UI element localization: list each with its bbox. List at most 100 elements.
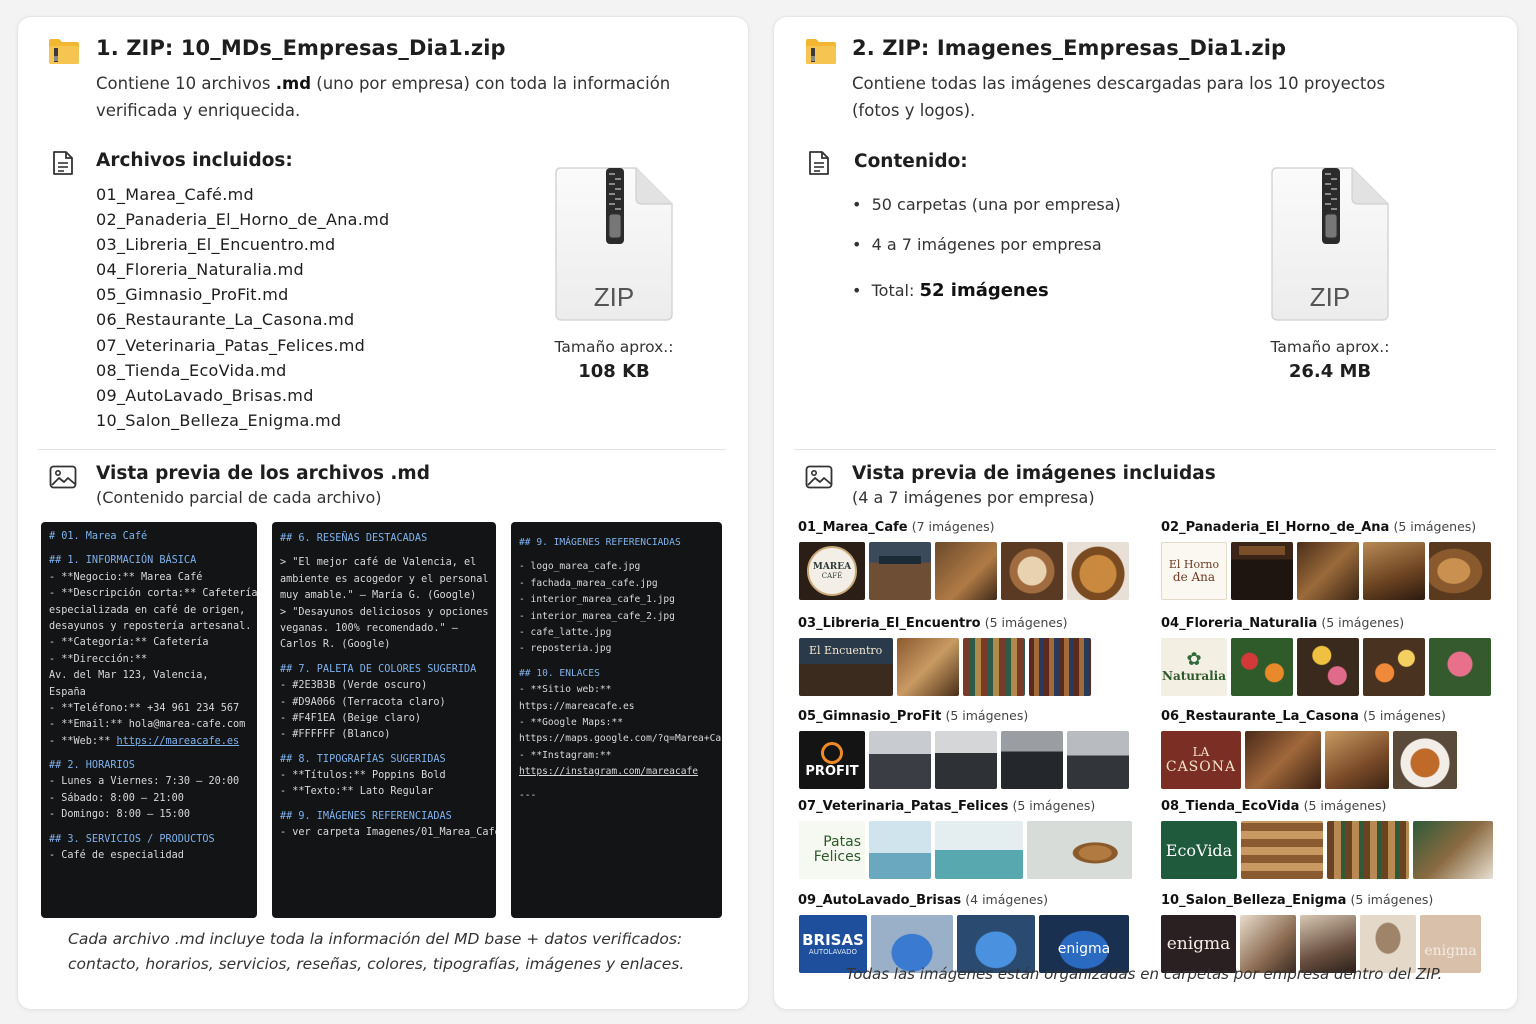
photo-thumbnail[interactable]: [935, 821, 1023, 879]
code-line: Av. del Mar 123, Valencia,: [49, 670, 209, 682]
code-line: muy amable." – María G. (Google): [280, 590, 477, 602]
photo-thumbnail[interactable]: [1029, 638, 1091, 696]
divider: [794, 449, 1496, 450]
image-group-thumbs: PROFIT: [799, 731, 1129, 789]
contents-item: • 4 a 7 imágenes por empresa: [852, 235, 1102, 254]
file-item: 04_Floreria_Naturalia.md: [96, 260, 304, 280]
code-heading: # 01. Marea Café: [49, 531, 148, 542]
folder-icon: [49, 39, 79, 64]
code-line: veganas. 100% recomendado." –: [280, 622, 458, 634]
image-group-thumbs: LA CASONA: [1161, 731, 1457, 789]
logo-thumbnail[interactable]: Patas Felices: [799, 821, 865, 879]
code-line: - cafe_latte.jpg: [519, 626, 612, 638]
code-line: - #FFFFFF (Blanco): [280, 729, 391, 741]
photo-thumbnail[interactable]: [1067, 731, 1129, 789]
code-line: - logo_marea_cafe.jpg: [519, 561, 641, 573]
code-heading: ## 10. ENLACES: [519, 667, 600, 679]
photo-thumbnail[interactable]: [1297, 542, 1359, 600]
zip-file-icon: ZIP: [555, 167, 673, 321]
file-item: 10_Salon_Belleza_Enigma.md: [96, 410, 342, 430]
image-group-label: 07_Veterinaria_Patas_Felices (5 imágenes…: [798, 798, 1096, 814]
photo-thumbnail[interactable]: [869, 731, 931, 789]
logo-thumbnail[interactable]: EcoVida: [1161, 821, 1237, 879]
photo-thumbnail[interactable]: [1413, 821, 1493, 879]
image-group-thumbs: EcoVida: [1161, 821, 1493, 879]
file-item: 03_Libreria_El_Encuentro.md: [96, 235, 336, 255]
size-label: Tamaño aprox.:: [554, 338, 674, 356]
logo-thumbnail[interactable]: LA CASONA: [1161, 731, 1241, 789]
logo-thumbnail[interactable]: PROFIT: [799, 731, 865, 789]
web-link[interactable]: https://mareacafe.es: [116, 736, 239, 747]
logo-thumbnail[interactable]: ✿ Naturalia: [1161, 638, 1227, 696]
image-group-label: 06_Restaurante_La_Casona (5 imágenes): [1161, 708, 1446, 724]
photo-thumbnail[interactable]: [1001, 731, 1063, 789]
photo-thumbnail[interactable]: [1393, 731, 1457, 789]
code-heading: ## 6. RESEÑAS DESTACADAS: [280, 533, 428, 544]
logo-thumbnail[interactable]: MAREA CAFÉ: [799, 542, 865, 600]
photo-thumbnail[interactable]: [1245, 731, 1321, 789]
photo-thumbnail[interactable]: [869, 821, 931, 879]
code-line: - Sábado: 8:00 – 21:00: [49, 792, 184, 804]
images-preview-subtitle: (4 a 7 imágenes por empresa): [852, 488, 1095, 507]
photo-thumbnail[interactable]: [1241, 821, 1323, 879]
code-line: - **Dirección:**: [49, 653, 148, 665]
code-heading: ## 3. SERVICIOS / PRODUCTOS: [49, 833, 215, 845]
photo-thumbnail[interactable]: [935, 542, 997, 600]
code-line: Carlos R. (Google): [280, 639, 391, 651]
code-line: - **Email:** hola@marea-cafe.com: [49, 719, 246, 731]
photo-thumbnail[interactable]: [963, 638, 1025, 696]
code-line: https://mareacafe.es: [519, 700, 635, 712]
logo-thumbnail[interactable]: El Encuentro: [799, 638, 893, 696]
photo-thumbnail[interactable]: [1231, 638, 1293, 696]
photo-thumbnail[interactable]: [1429, 542, 1491, 600]
images-preview-title: Vista previa de imágenes incluidas: [852, 463, 1216, 484]
code-line: - interior_marea_cafe_2.jpg: [519, 610, 675, 622]
image-group-label: 08_Tienda_EcoVida (5 imágenes): [1161, 798, 1387, 814]
code-line: - ver carpeta Imagenes/01_Marea_Cafe/: [280, 827, 496, 839]
photo-thumbnail[interactable]: [1363, 638, 1425, 696]
files-heading: Archivos incluidos:: [96, 150, 293, 171]
photo-thumbnail[interactable]: [1363, 542, 1425, 600]
code-line: - **Teléfono:** +34 961 234 567: [49, 702, 240, 714]
code-line: - #D9A066 (Terracota claro): [280, 696, 446, 708]
images-footer-note: Todas las imágenes están organizadas en …: [846, 965, 1443, 983]
code-line: ambiente es acogedor y el personal: [280, 573, 489, 585]
photo-thumbnail[interactable]: [1429, 638, 1491, 696]
instagram-link[interactable]: https://instagram.com/mareacafe: [519, 764, 714, 780]
photo-thumbnail[interactable]: [1067, 542, 1129, 600]
code-line: - fachada_marea_cafe.jpg: [519, 577, 658, 589]
photo-thumbnail[interactable]: [1297, 638, 1359, 696]
md-preview-panel-3: ## 9. IMÁGENES REFERENCIADAS - logo_mare…: [511, 522, 722, 918]
photo-thumbnail[interactable]: [1231, 542, 1293, 600]
photo-thumbnail[interactable]: [935, 731, 997, 789]
file-list: 01_Marea_Café.md 02_Panaderia_El_Horno_d…: [96, 185, 390, 436]
photo-thumbnail[interactable]: [869, 542, 931, 600]
zip-label: ZIP: [1310, 282, 1350, 312]
file-item: 07_Veterinaria_Patas_Felices.md: [96, 335, 366, 355]
file-item: 08_Tienda_EcoVida.md: [96, 360, 287, 380]
code-line: desayunos y repostería artesanal.: [49, 620, 252, 632]
size-value: 108 KB: [578, 361, 650, 382]
divider: [38, 449, 726, 450]
code-line: - #2E3B3B (Verde oscuro): [280, 680, 428, 692]
photo-thumbnail[interactable]: [1327, 821, 1409, 879]
code-line: - **Descripción corta:** Cafetería: [49, 588, 257, 600]
photo-thumbnail[interactable]: [1325, 731, 1389, 789]
code-line: - Domingo: 8:00 – 15:00: [49, 809, 191, 821]
photo-thumbnail[interactable]: [1001, 542, 1063, 600]
code-heading: ## 1. INFORMACIÓN BÁSICA: [49, 555, 197, 567]
code-line: España: [49, 686, 86, 698]
code-line: > "El mejor café de Valencia, el: [280, 557, 477, 569]
code-line: - **Web:** https://mareacafe.es: [49, 735, 240, 747]
photo-thumbnail[interactable]: [897, 638, 959, 696]
code-line: especializada en café de origen,: [49, 604, 246, 616]
code-line: - **Instagram:**: [519, 749, 612, 761]
code-line: https://maps.google.com/?q=Marea+Cafe: [519, 733, 722, 745]
image-group-label: 09_AutoLavado_Brisas (4 imágenes): [798, 892, 1049, 908]
photo-thumbnail[interactable]: [1027, 821, 1132, 879]
image-group-label: 04_Floreria_Naturalia (5 imágenes): [1161, 615, 1405, 631]
zip-file-icon: ZIP: [1271, 167, 1389, 321]
image-icon: [805, 465, 833, 489]
logo-thumbnail[interactable]: El Horno de Ana: [1161, 542, 1227, 600]
code-heading: ## 7. PALETA DE COLORES SUGERIDA: [280, 663, 477, 675]
